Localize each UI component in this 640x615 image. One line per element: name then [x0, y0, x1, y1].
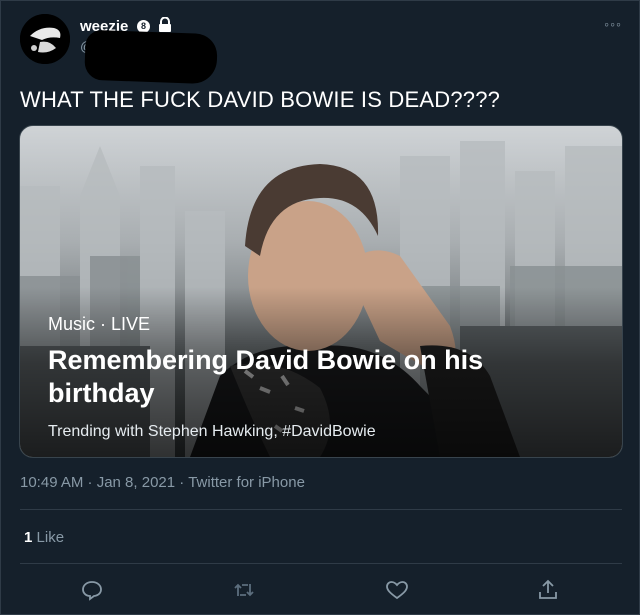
card-title: Remembering David Bowie on his birthday — [48, 345, 484, 408]
share-icon[interactable] — [536, 578, 560, 602]
card-category: Music · LIVE — [48, 314, 151, 334]
divider — [20, 509, 622, 510]
card-subtitle: Trending with Stephen Hawking, #DavidBow… — [48, 423, 376, 440]
like-icon[interactable] — [385, 578, 409, 602]
like-count-number: 1 — [24, 529, 33, 546]
tweet-source[interactable]: Twitter for iPhone — [188, 474, 305, 491]
divider — [20, 563, 622, 564]
tweet-meta: 10:49 AM · Jan 8, 2021 · Twitter for iPh… — [20, 474, 305, 491]
redaction-scribble — [84, 29, 218, 85]
avatar[interactable] — [20, 14, 70, 64]
tweet-text: WHAT THE FUCK DAVID BOWIE IS DEAD???? — [20, 87, 501, 112]
more-options-icon[interactable]: ◦◦◦ — [604, 16, 622, 32]
retweet-icon[interactable] — [232, 578, 256, 602]
tweet-timestamp[interactable]: 10:49 AM · Jan 8, 2021 — [20, 474, 175, 491]
avatar-silhouette-icon — [20, 14, 70, 64]
lock-icon — [159, 17, 171, 32]
meta-separator: · — [179, 474, 185, 491]
reply-icon[interactable] — [80, 578, 104, 602]
trending-card[interactable]: Music · LIVE Remembering David Bowie on … — [19, 125, 623, 458]
like-count-label: Like — [36, 529, 65, 546]
like-count[interactable]: 1 Like — [24, 529, 64, 546]
